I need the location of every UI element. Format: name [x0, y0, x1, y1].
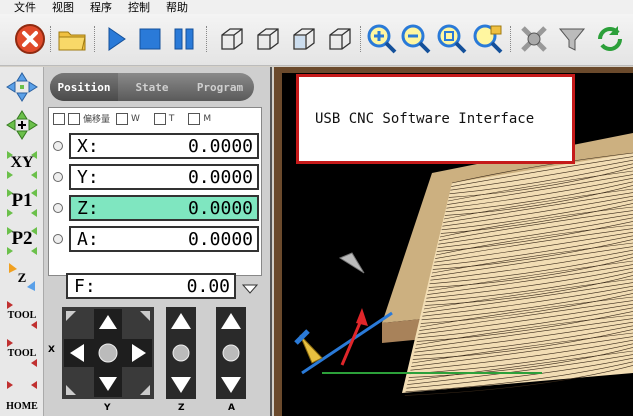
feed-value: 0.00 [186, 275, 230, 297]
y-axis-radio[interactable] [53, 172, 63, 182]
z-axis-label: Z: [77, 197, 99, 219]
open-folder-icon[interactable] [56, 23, 88, 55]
m-checkbox[interactable] [188, 112, 201, 125]
x-axis-display[interactable]: X: 0.0000 [69, 133, 259, 159]
banner-text: USB CNC Software Interface [315, 111, 535, 127]
a-jog-label: A [228, 403, 235, 413]
coordinate-options: 偏移量 W T M [53, 112, 211, 125]
z-axis-row: Z: 0.0000 [53, 194, 259, 222]
z-axis-radio[interactable] [53, 203, 63, 213]
jog-all-icon[interactable] [3, 69, 41, 105]
left-tool-column: XY P1 P2 Z TOOL TOOL HOME [0, 67, 44, 416]
y-axis-row: Y: 0.0000 [53, 163, 259, 191]
zoom-in-icon[interactable] [366, 23, 398, 55]
panel-tabs: Position State Program [50, 73, 254, 101]
zoom-fit-icon[interactable] [436, 23, 468, 55]
z-jog-pad [166, 307, 196, 399]
toolbar-separator [50, 26, 52, 52]
goto-p1-icon[interactable]: P1 [3, 183, 41, 219]
view-iso-1-icon[interactable] [216, 23, 248, 55]
xy-jog-pad [62, 307, 154, 399]
z-axis-display[interactable]: Z: 0.0000 [69, 195, 259, 221]
pause-icon[interactable] [168, 23, 200, 55]
a-axis-row: A: 0.0000 [53, 225, 259, 253]
a-axis-display[interactable]: A: 0.0000 [69, 226, 259, 252]
zoom-window-icon[interactable] [472, 23, 504, 55]
zero-z-icon[interactable]: Z [3, 259, 41, 295]
view-iso-3-icon[interactable] [288, 23, 320, 55]
position-readout: 偏移量 W T M X: 0.0000 Y: 0.0000 Z: 0.0000 … [48, 107, 262, 276]
tab-program[interactable]: Program [186, 73, 254, 101]
y-axis-label: Y: [77, 166, 99, 188]
home-icon[interactable]: HOME [3, 377, 41, 413]
interface-banner: USB CNC Software Interface [296, 74, 575, 164]
z-jog-label: Z [178, 403, 185, 413]
play-icon[interactable] [100, 23, 132, 55]
menu-view[interactable]: 视图 [52, 0, 74, 15]
settings-icon[interactable] [518, 23, 550, 55]
menu-control[interactable]: 控制 [128, 0, 150, 15]
toolbar-separator [360, 26, 362, 52]
x-axis-row: X: 0.0000 [53, 132, 259, 160]
offset-label: 偏移量 [83, 115, 111, 125]
view-iso-2-icon[interactable] [252, 23, 284, 55]
y-jog-label: Y [104, 403, 111, 413]
toolbar-separator [206, 26, 208, 52]
w-checkbox[interactable] [116, 112, 129, 125]
feed-label: F: [74, 275, 96, 297]
feed-rate-display[interactable]: F: 0.00 [66, 273, 236, 299]
zoom-out-icon[interactable] [400, 23, 432, 55]
menu-help[interactable]: 帮助 [166, 0, 188, 15]
menu-program[interactable]: 程序 [90, 0, 112, 15]
x-axis-radio[interactable] [53, 141, 63, 151]
y-axis-display[interactable]: Y: 0.0000 [69, 164, 259, 190]
a-jog-pad [216, 307, 246, 399]
a-axis-radio[interactable] [53, 234, 63, 244]
feed-dropdown-icon[interactable] [241, 279, 259, 298]
stop-square-icon[interactable] [134, 23, 166, 55]
z-axis-value: 0.0000 [187, 197, 253, 219]
refresh-icon[interactable] [594, 23, 626, 55]
menu-file[interactable]: 文件 [14, 0, 36, 15]
m-label: M [203, 113, 212, 124]
t-checkbox[interactable] [153, 112, 166, 125]
view-iso-4-icon[interactable] [324, 23, 356, 55]
t-label: T [168, 113, 175, 124]
x-axis-value: 0.0000 [187, 135, 253, 157]
offset-checkbox[interactable] [68, 112, 80, 125]
jog-plus-icon[interactable] [3, 107, 41, 143]
a-axis-label: A: [77, 228, 99, 250]
option-checkbox[interactable] [53, 112, 65, 125]
tab-state[interactable]: State [118, 73, 186, 101]
toolbar-separator [510, 26, 512, 52]
w-label: W [131, 113, 140, 124]
filter-icon[interactable] [556, 23, 588, 55]
tool-measure-icon[interactable]: TOOL [3, 335, 41, 371]
goto-p2-icon[interactable]: P2 [3, 221, 41, 257]
x-jog-label: X [48, 345, 55, 355]
control-panel: Position State Program 偏移量 W T M X: 0.00… [44, 67, 272, 416]
menu-bar: 文件 视图 程序 控制 帮助 [0, 0, 633, 14]
zero-xy-icon[interactable]: XY [3, 145, 41, 181]
tab-position[interactable]: Position [50, 73, 118, 101]
a-axis-value: 0.0000 [187, 228, 253, 250]
toolbar-separator [94, 26, 96, 52]
toolbar [0, 14, 633, 66]
tool-change-icon[interactable]: TOOL [3, 297, 41, 333]
y-axis-value: 0.0000 [187, 166, 253, 188]
stop-icon[interactable] [14, 23, 46, 55]
x-axis-label: X: [77, 135, 99, 157]
